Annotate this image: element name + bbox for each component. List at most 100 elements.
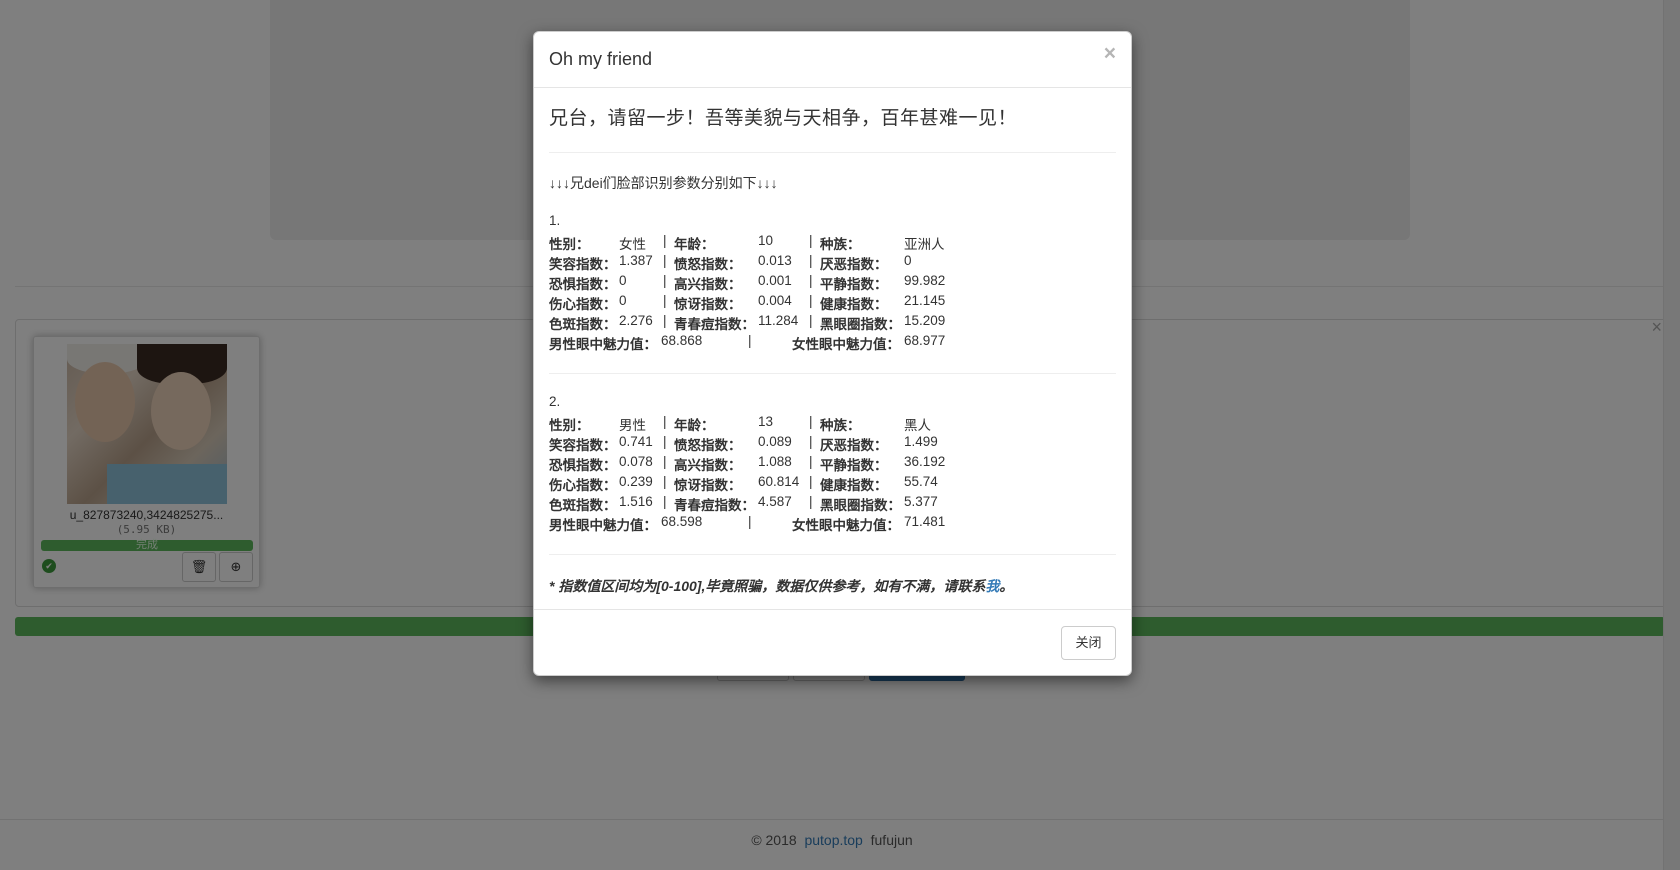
dark-circle-label: 黑眼圈指数： [820, 317, 901, 332]
close-icon[interactable]: × [1104, 43, 1116, 64]
surprise-label: 惊讶指数： [674, 478, 742, 493]
modal-header: Oh my friend × [534, 32, 1131, 88]
sep: | [748, 333, 752, 348]
anger-label: 愤怒指数： [674, 438, 742, 453]
sadness-label: 伤心指数： [549, 478, 617, 493]
separator [549, 554, 1116, 555]
sep: | [809, 434, 813, 449]
gender-label: 性别： [549, 418, 590, 433]
female-beauty-label: 女性眼中魅力值： [792, 518, 900, 533]
sep: | [663, 233, 667, 248]
male-beauty-value: 68.598 [661, 514, 703, 529]
face-row-emotion-3: 伤心指数： 0.239 | 惊讶指数： 60.814 | 健康指数： 55.74 [549, 474, 1116, 494]
age-label: 年龄： [674, 418, 715, 433]
surprise-value: 0.004 [758, 293, 792, 308]
neutral-label: 平静指数： [820, 458, 888, 473]
dark-circle-value: 15.209 [904, 313, 946, 328]
sep: | [809, 414, 813, 429]
acne-value: 4.587 [758, 494, 792, 509]
sep: | [663, 494, 667, 509]
disclaimer-end: 。 [999, 578, 1014, 594]
sep: | [809, 494, 813, 509]
face-row-skin: 色斑指数： 2.276 | 青春痘指数： 11.284 | 黑眼圈指数： 15.… [549, 313, 1116, 333]
disclaimer-text: * 指数值区间均为[0-100],毕竟照骗，数据仅供参考，如有不满，请联系 [549, 578, 986, 594]
male-beauty-label: 男性眼中魅力值： [549, 518, 657, 533]
health-label: 健康指数： [820, 297, 888, 312]
happiness-label: 高兴指数： [674, 277, 742, 292]
happiness-label: 高兴指数： [674, 458, 742, 473]
face-row-beauty: 男性眼中魅力值： 68.598 | 女性眼中魅力值： 71.481 [549, 514, 1116, 534]
race-label: 种族： [820, 237, 861, 252]
dark-circle-value: 5.377 [904, 494, 938, 509]
smile-value: 0.741 [619, 434, 653, 449]
sep: | [809, 454, 813, 469]
smile-label: 笑容指数： [549, 257, 617, 272]
face-row-emotion-3: 伤心指数： 0 | 惊讶指数： 0.004 | 健康指数： 21.145 [549, 293, 1116, 313]
sep: | [663, 293, 667, 308]
race-value: 亚洲人 [904, 237, 945, 252]
stain-label: 色斑指数： [549, 317, 617, 332]
close-button[interactable]: 关闭 [1061, 626, 1116, 660]
acne-label: 青春痘指数： [674, 498, 755, 513]
face-result-modal: Oh my friend × 兄台，请留一步！吾等美貌与天相争，百年甚难一见！ … [533, 31, 1132, 676]
face-row-basic: 性别： 男性 | 年龄： 13 | 种族： 黑人 [549, 414, 1116, 434]
sep: | [748, 514, 752, 529]
acne-value: 11.284 [758, 313, 799, 328]
disgust-label: 厌恶指数： [820, 257, 888, 272]
stain-label: 色斑指数： [549, 498, 617, 513]
race-value: 黑人 [904, 418, 931, 433]
male-beauty-label: 男性眼中魅力值： [549, 337, 657, 352]
separator [549, 152, 1116, 153]
neutral-label: 平静指数： [820, 277, 888, 292]
smile-label: 笑容指数： [549, 438, 617, 453]
anger-value: 0.013 [758, 253, 792, 268]
dark-circle-label: 黑眼圈指数： [820, 498, 901, 513]
disclaimer-note: * 指数值区间均为[0-100],毕竟照骗，数据仅供参考，如有不满，请联系我。 [549, 576, 1013, 596]
male-beauty-value: 68.868 [661, 333, 703, 348]
sep: | [663, 253, 667, 268]
happiness-value: 0.001 [758, 273, 792, 288]
face-row-emotion-1: 笑容指数： 1.387 | 愤怒指数： 0.013 | 厌恶指数： 0 [549, 253, 1116, 273]
disgust-value: 0 [904, 253, 912, 268]
sep: | [809, 233, 813, 248]
sep: | [809, 253, 813, 268]
contact-link[interactable]: 我 [985, 578, 999, 594]
sep: | [663, 414, 667, 429]
neutral-value: 36.192 [904, 454, 946, 469]
surprise-label: 惊讶指数： [674, 297, 742, 312]
face-row-emotion-1: 笑容指数： 0.741 | 愤怒指数： 0.089 | 厌恶指数： 1.499 [549, 434, 1116, 454]
health-value: 21.145 [904, 293, 946, 308]
sep: | [663, 454, 667, 469]
modal-footer: 关闭 [534, 609, 1131, 676]
gender-value: 女性 [619, 237, 646, 252]
face-row-emotion-2: 恐惧指数： 0.078 | 高兴指数： 1.088 | 平静指数： 36.192 [549, 454, 1116, 474]
acne-label: 青春痘指数： [674, 317, 755, 332]
sadness-value: 0.239 [619, 474, 653, 489]
stain-value: 2.276 [619, 313, 653, 328]
face-row-basic: 性别： 女性 | 年龄： 10 | 种族： 亚洲人 [549, 233, 1116, 253]
female-beauty-value: 71.481 [904, 514, 946, 529]
results-intro: ↓↓↓兄dei们脸部识别参数分别如下↓↓↓ [549, 175, 778, 191]
neutral-value: 99.982 [904, 273, 946, 288]
face-index: 1. [549, 213, 561, 228]
face-index: 2. [549, 394, 561, 409]
sep: | [809, 313, 813, 328]
health-label: 健康指数： [820, 478, 888, 493]
separator [549, 373, 1116, 374]
fear-value: 0 [619, 273, 627, 288]
fear-label: 恐惧指数： [549, 458, 617, 473]
modal-lead-text-line: 兄台，请留一步！吾等美貌与天相争，百年甚难一见！ [549, 108, 1018, 129]
disgust-label: 厌恶指数： [820, 438, 888, 453]
anger-value: 0.089 [758, 434, 792, 449]
age-value: 10 [758, 233, 774, 248]
gender-label: 性别： [549, 237, 590, 252]
anger-label: 愤怒指数： [674, 257, 742, 272]
age-value: 13 [758, 414, 774, 429]
sep: | [809, 293, 813, 308]
surprise-value: 60.814 [758, 474, 800, 489]
female-beauty-value: 68.977 [904, 333, 946, 348]
fear-label: 恐惧指数： [549, 277, 617, 292]
smile-value: 1.387 [619, 253, 653, 268]
fear-value: 0.078 [619, 454, 653, 469]
female-beauty-label: 女性眼中魅力值： [792, 337, 900, 352]
